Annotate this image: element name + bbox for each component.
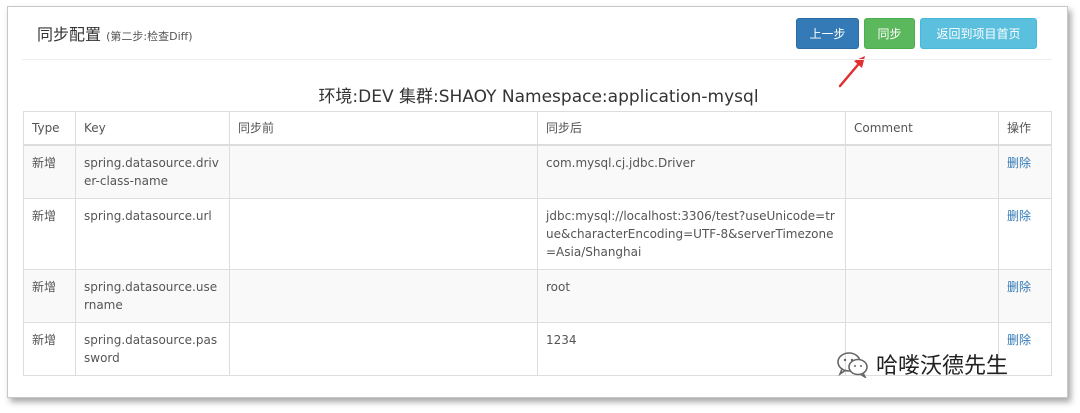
cell-before [229,322,538,376]
cell-action: 删除 [998,144,1052,199]
watermark-text: 哈喽沃德先生 [876,354,1009,379]
cell-type: 新增 [23,322,76,376]
column-header-comment: Comment [845,111,999,146]
delete-link[interactable]: 删除 [1007,156,1031,170]
cell-comment [845,198,999,270]
cell-action: 删除 [998,198,1052,270]
cell-key: spring.datasource.password [75,322,230,376]
cell-key: spring.datasource.username [75,269,230,323]
header-divider [22,59,1052,60]
sync-config-panel: 同步配置 (第二步:检查Diff) 上一步 同步 返回到项目首页 环境:DEV … [7,6,1068,398]
watermark: 哈喽沃德先生 [836,348,1008,380]
cell-type: 新增 [23,198,76,270]
table-row: 新增 spring.datasource.url jdbc:mysql://lo… [23,198,1052,270]
wechat-icon [837,352,868,378]
table-row: 新增 spring.datasource.username root 删除 [23,269,1052,323]
cell-after: com.mysql.cj.jdbc.Driver [537,144,846,199]
cell-after: jdbc:mysql://localhost:3306/test?useUnic… [537,198,846,270]
column-header-after: 同步后 [537,111,846,146]
environment-title: 环境:DEV 集群:SHAOY Namespace:application-my… [318,87,759,107]
table-row: 新增 spring.datasource.driver-class-name c… [23,144,1052,199]
cell-action: 删除 [998,269,1052,323]
cell-key: spring.datasource.url [75,198,230,270]
prev-step-button[interactable]: 上一步 [796,18,859,49]
column-header-before: 同步前 [229,111,538,146]
cell-before [229,269,538,323]
page-subtitle: (第二步:检查Diff) [106,30,193,43]
column-header-action: 操作 [998,111,1052,146]
cell-after: 1234 [537,322,846,376]
back-to-project-home-button[interactable]: 返回到项目首页 [920,18,1037,49]
delete-link[interactable]: 删除 [1007,280,1031,294]
delete-link[interactable]: 删除 [1007,209,1031,223]
cell-comment [845,269,999,323]
table-header-row: Type Key 同步前 同步后 Comment 操作 [23,111,1052,146]
delete-link[interactable]: 删除 [1007,333,1031,347]
column-header-key: Key [75,111,230,146]
cell-before [229,198,538,270]
page-title: 同步配置 (第二步:检查Diff) [37,21,193,45]
page-title-text: 同步配置 [37,25,102,44]
cell-before [229,144,538,199]
cell-after: root [537,269,846,323]
cell-key: spring.datasource.driver-class-name [75,144,230,199]
column-header-type: Type [23,111,76,146]
sync-button[interactable]: 同步 [864,18,915,49]
diff-table: Type Key 同步前 同步后 Comment 操作 新增 spring.da… [23,111,1052,376]
cell-comment [845,144,999,199]
cell-type: 新增 [23,269,76,323]
cell-type: 新增 [23,144,76,199]
